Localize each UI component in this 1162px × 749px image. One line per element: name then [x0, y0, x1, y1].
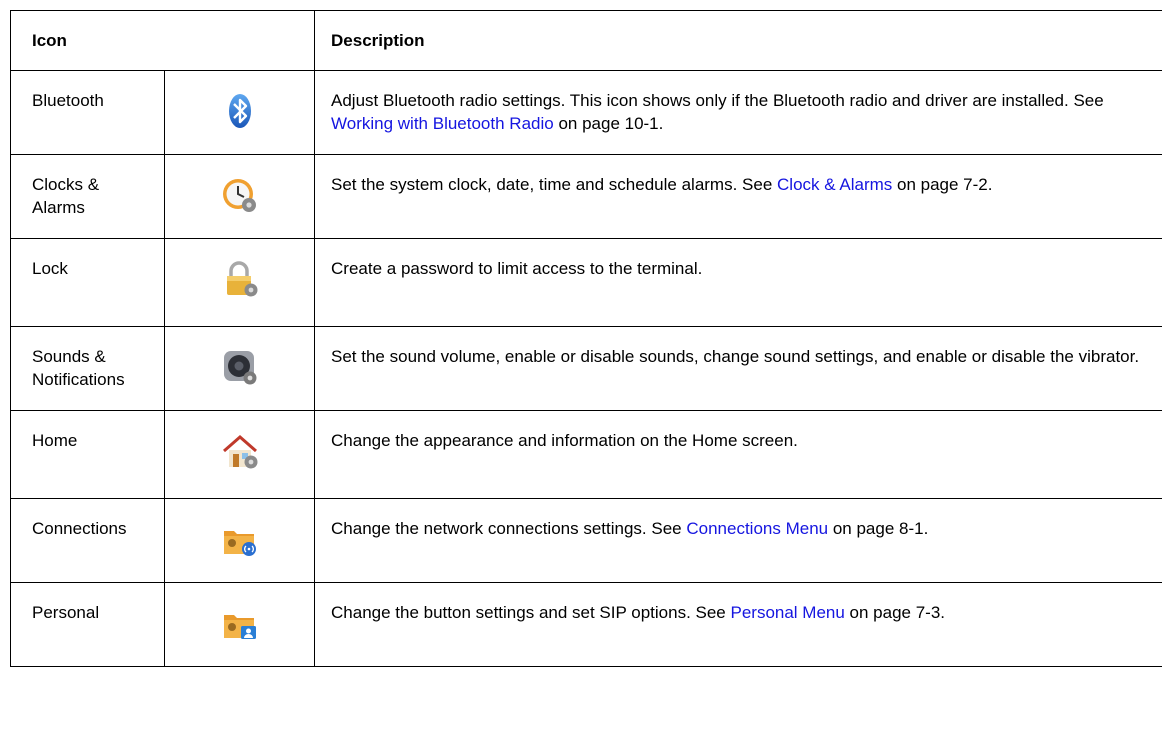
row-description: Adjust Bluetooth radio settings. This ic…: [314, 70, 1162, 155]
row-name: Lock: [10, 238, 165, 327]
link-clock-and-alarms[interactable]: Clock & Alarms: [777, 175, 892, 194]
table-row: Connections Change the network connectio…: [10, 498, 1162, 583]
settings-icon-table: Icon Description Bluetooth Adjust Blueto…: [9, 10, 1162, 667]
row-description: Create a password to limit access to the…: [314, 238, 1162, 327]
table-row: Sounds & Notifications Set the sound volu…: [10, 326, 1162, 411]
link-personal-menu[interactable]: Personal Menu: [730, 603, 844, 622]
clock-gear-icon: [222, 179, 256, 212]
lock-gear-icon: [226, 261, 257, 297]
description-text-after: on page 10-1.: [553, 114, 664, 133]
row-description: Change the network connections settings.…: [314, 498, 1162, 583]
row-name: Bluetooth: [10, 70, 165, 155]
table-header-row: Icon Description: [9, 10, 1162, 71]
description-text-after: on page 7-2.: [892, 175, 993, 194]
link-connections-menu[interactable]: Connections Menu: [686, 519, 828, 538]
folder-contact-icon: [223, 615, 256, 639]
header-icon: Icon: [9, 10, 316, 71]
description-text: Change the button settings and set SIP o…: [331, 603, 731, 622]
table-row: Personal Change the button settings and …: [10, 582, 1162, 667]
bluetooth-icon: [228, 94, 251, 128]
description-text: Create a password to limit access to the…: [331, 259, 703, 278]
row-name: Sounds & Notifications: [10, 326, 165, 411]
row-name: Connections: [10, 498, 165, 583]
link-working-with-bluetooth-radio[interactable]: Working with Bluetooth Radio: [331, 114, 554, 133]
speaker-gear-icon: [223, 351, 256, 385]
row-name: Home: [10, 410, 165, 499]
table-row: Lock Create a password to limit access t…: [10, 238, 1162, 327]
folder-wireless-icon: [223, 531, 256, 556]
description-text-after: on page 8-1.: [828, 519, 929, 538]
icon-cell: [163, 154, 316, 239]
description-text-after: on page 7-3.: [844, 603, 946, 622]
description-text: Adjust Bluetooth radio settings. This ic…: [331, 91, 1104, 110]
row-name: Clocks & Alarms: [10, 154, 165, 239]
row-description: Set the system clock, date, time and sch…: [314, 154, 1162, 239]
description-text: Set the sound volume, enable or disable …: [331, 347, 1140, 366]
icon-cell: [163, 410, 316, 499]
header-description: Description: [314, 10, 1162, 71]
row-description: Change the appearance and information on…: [314, 410, 1162, 499]
icon-cell: [163, 326, 316, 411]
description-text: Change the network connections settings.…: [331, 519, 687, 538]
row-name: Personal: [10, 582, 165, 667]
description-text: Change the appearance and information on…: [331, 431, 798, 450]
row-description: Set the sound volume, enable or disable …: [314, 326, 1162, 411]
icon-cell: [163, 70, 316, 155]
table-row: Bluetooth Adjust Bluetooth radio setting…: [10, 70, 1162, 155]
icon-cell: [163, 498, 316, 583]
description-text: Set the system clock, date, time and sch…: [331, 175, 778, 194]
row-description: Change the button settings and set SIP o…: [314, 582, 1162, 667]
home-gear-icon: [222, 435, 257, 469]
icon-cell: [163, 582, 316, 667]
table-row: Home Change the appearance and informati…: [10, 410, 1162, 499]
icon-cell: [163, 238, 316, 327]
table-row: Clocks & Alarms Set the system clock, dat…: [10, 154, 1162, 239]
